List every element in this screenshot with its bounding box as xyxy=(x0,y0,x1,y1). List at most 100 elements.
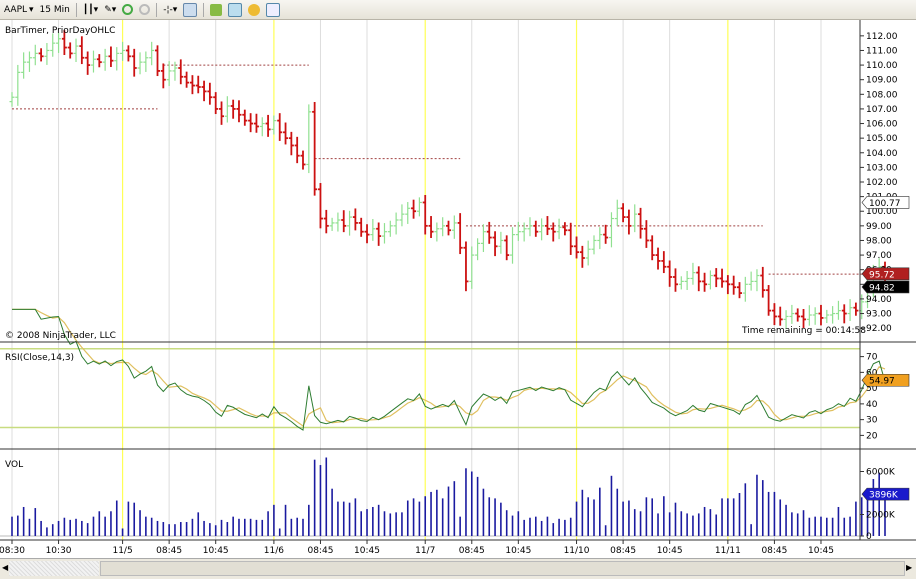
time-label: 08:45 xyxy=(761,546,787,556)
interval-selector[interactable]: 15 Min xyxy=(40,5,70,15)
price-bar xyxy=(702,272,708,292)
price-bar xyxy=(21,52,27,79)
price-bar xyxy=(207,82,213,105)
properties-icon[interactable] xyxy=(183,2,198,17)
price-bar xyxy=(830,306,836,324)
price-bar xyxy=(737,282,742,299)
price-bar xyxy=(777,306,783,326)
time-label: 11/5 xyxy=(112,546,132,556)
price-bar xyxy=(719,268,725,288)
price-bar xyxy=(806,305,812,326)
price-bar xyxy=(521,222,527,242)
instrument-folder-icon[interactable] xyxy=(210,3,223,16)
price-tick-label: 110.00 xyxy=(866,61,898,71)
scroll-thumb[interactable] xyxy=(100,561,905,576)
bar-type-icon[interactable]: ┃┃▾ xyxy=(83,5,98,15)
time-label: 11/6 xyxy=(264,546,284,556)
price-bar xyxy=(393,212,399,235)
price-bar xyxy=(649,235,655,261)
price-bar xyxy=(533,220,539,237)
price-bar xyxy=(812,307,818,325)
time-label: 08:45 xyxy=(307,546,333,556)
price-bar xyxy=(440,217,446,237)
rsi-tick-label: 30 xyxy=(866,416,878,426)
divider xyxy=(156,2,158,17)
price-bar xyxy=(731,275,737,295)
zoom-in-icon[interactable] xyxy=(122,4,134,15)
price-bar xyxy=(795,308,801,322)
rsi-label: RSI(Close,14,3) xyxy=(5,353,74,363)
price-bar xyxy=(358,217,364,237)
instrument-selector[interactable]: AAPL ▾ xyxy=(4,5,34,15)
price-bar xyxy=(835,300,841,320)
price-bar xyxy=(614,199,620,226)
prior-level-label: 95.72 xyxy=(869,270,895,280)
volume-label: VOL xyxy=(5,460,23,470)
price-bar xyxy=(108,46,114,67)
price-bar xyxy=(446,220,451,236)
price-bar xyxy=(79,36,85,65)
price-bar xyxy=(655,247,661,270)
price-bar xyxy=(841,304,847,324)
time-label: 08:45 xyxy=(459,546,485,556)
price-bar xyxy=(341,210,347,233)
strategy-chart-icon[interactable] xyxy=(228,2,243,17)
price-bar xyxy=(149,41,155,66)
instrument-label: AAPL xyxy=(4,4,28,15)
price-tick-label: 93.00 xyxy=(866,310,892,320)
price-bar xyxy=(416,197,422,217)
price-bar xyxy=(847,299,853,321)
data-box-icon[interactable] xyxy=(266,2,281,17)
horizontal-scrollbar[interactable]: ◀ ▶ xyxy=(0,558,916,579)
price-tick-label: 99.00 xyxy=(866,222,892,232)
price-bar xyxy=(381,223,387,244)
price-bar xyxy=(632,204,638,233)
price-bar xyxy=(579,245,585,268)
price-bar xyxy=(480,224,486,253)
price-bar xyxy=(510,227,516,264)
price-bar xyxy=(131,48,137,77)
price-bar xyxy=(562,222,568,236)
price-bar xyxy=(742,276,748,302)
price-bar xyxy=(678,276,684,290)
crosshair-icon[interactable]: -¦-▾ xyxy=(163,5,177,15)
toolbar: AAPL ▾ 15 Min ┃┃▾ ✎▾ -¦-▾ xyxy=(0,0,916,20)
price-bar xyxy=(574,236,580,259)
price-bar xyxy=(853,302,859,316)
time-label: 11/10 xyxy=(564,546,590,556)
price-bar xyxy=(527,217,533,237)
price-bar xyxy=(352,208,358,231)
price-bar xyxy=(219,101,225,125)
volume-tick-label: 2000K xyxy=(866,511,896,521)
volume-tick-label: 6000K xyxy=(866,468,896,478)
price-bar xyxy=(748,271,754,291)
price-bar xyxy=(713,268,719,288)
price-bar xyxy=(754,269,760,292)
price-bar xyxy=(422,195,428,235)
price-bar xyxy=(818,304,824,326)
price-bar xyxy=(364,224,370,244)
draw-pencil-icon[interactable]: ✎▾ xyxy=(104,5,116,15)
scroll-right-icon[interactable]: ▶ xyxy=(906,563,912,572)
scroll-track[interactable] xyxy=(9,561,99,576)
time-remaining-label: Time remaining = 00:14:58 xyxy=(741,326,866,336)
gold-coin-icon[interactable] xyxy=(248,3,261,16)
interval-label: 15 Min xyxy=(39,4,70,15)
price-bar xyxy=(451,215,457,239)
rsi-value-label: 54.97 xyxy=(869,377,895,387)
price-bar xyxy=(120,41,126,61)
price-bar xyxy=(44,43,50,65)
time-label: 11/11 xyxy=(715,546,741,556)
price-bar xyxy=(213,92,219,115)
zoom-out-icon[interactable] xyxy=(139,4,151,15)
price-bar xyxy=(283,122,289,145)
last-price-label: 94.82 xyxy=(869,283,895,293)
price-bar xyxy=(661,251,667,274)
time-label: 08:45 xyxy=(156,546,182,556)
price-bar xyxy=(771,303,777,326)
chart-area[interactable]: 08:30 10:30 11/5 08:45 10:45 11/6 08:45 10:45 11… xyxy=(0,20,916,558)
price-bar xyxy=(608,212,614,248)
price-tick-label: 92.00 xyxy=(866,324,892,334)
scroll-left-icon[interactable]: ◀ xyxy=(2,563,8,572)
price-bar xyxy=(387,220,393,237)
